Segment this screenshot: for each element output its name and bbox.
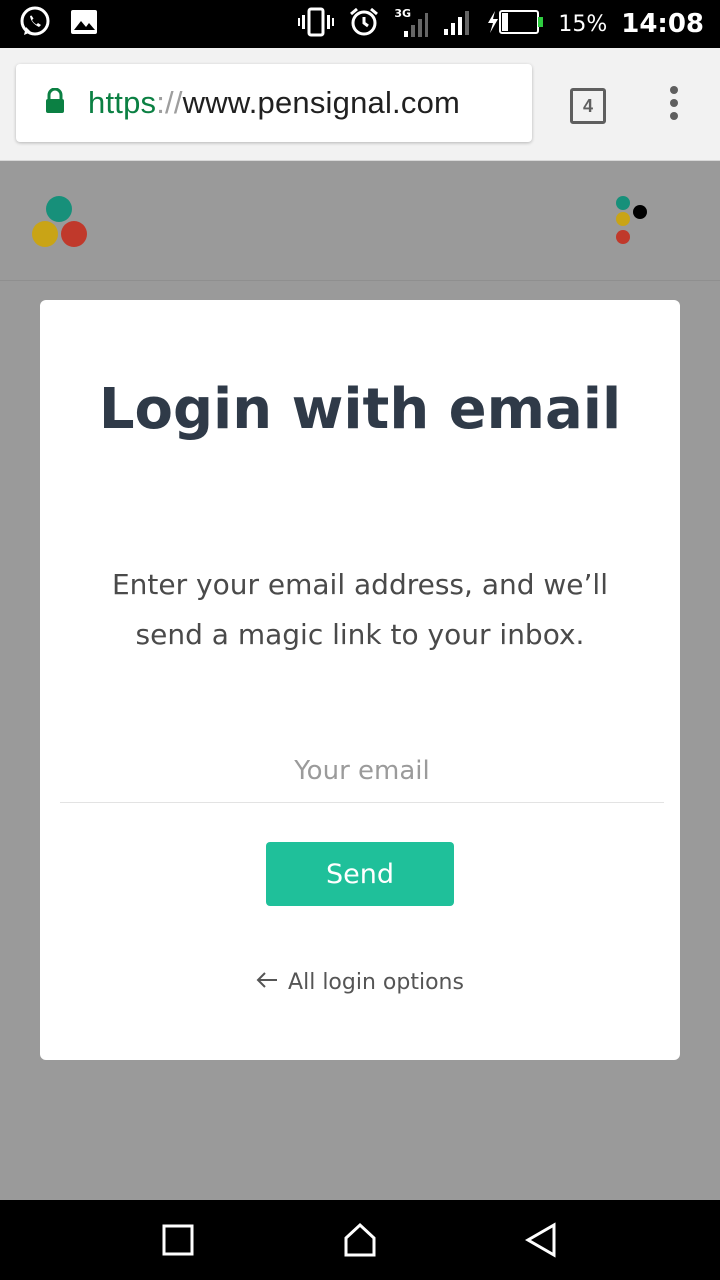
send-button[interactable]: Send [266, 842, 454, 906]
browser-toolbar: https://www.pensignal.com 4 [0, 48, 720, 161]
image-icon [70, 9, 98, 39]
vibrate-icon [298, 7, 335, 41]
modal-title: Login with email [98, 377, 622, 442]
recent-apps-icon[interactable] [156, 1218, 200, 1262]
back-icon[interactable] [520, 1218, 564, 1262]
alarm-icon [348, 6, 380, 42]
arrow-left-icon [256, 970, 278, 995]
battery-percent: 15% [558, 11, 608, 37]
status-bar: 3G 15% 14:08 [0, 0, 720, 48]
battery-charging-icon [486, 9, 544, 39]
all-login-options-link[interactable]: All login options [40, 970, 680, 995]
all-login-options-label: All login options [288, 970, 464, 995]
email-input[interactable] [60, 740, 664, 803]
tab-switcher-button[interactable]: 4 [570, 88, 606, 124]
url-scheme: https [88, 85, 157, 120]
lock-icon [44, 87, 66, 118]
home-icon[interactable] [338, 1218, 382, 1262]
menu-dots-icon[interactable] [614, 194, 654, 246]
url-separator: :// [156, 85, 183, 120]
navigation-bar [0, 1200, 720, 1280]
address-bar[interactable]: https://www.pensignal.com [16, 64, 532, 142]
signal-icon [442, 7, 472, 41]
login-modal: Login with email Enter your email addres… [40, 300, 680, 1060]
page-header [0, 160, 720, 281]
signal-3g-icon: 3G [394, 7, 429, 39]
more-options-icon[interactable] [666, 86, 682, 124]
whatsapp-icon [18, 5, 52, 43]
url-text: https://www.pensignal.com [88, 85, 460, 121]
clock: 14:08 [621, 9, 704, 39]
url-host: www.pensignal.com [182, 85, 461, 120]
modal-subtitle: Enter your email address, and we’ll send… [111, 568, 608, 651]
pensignal-logo[interactable] [32, 196, 90, 248]
